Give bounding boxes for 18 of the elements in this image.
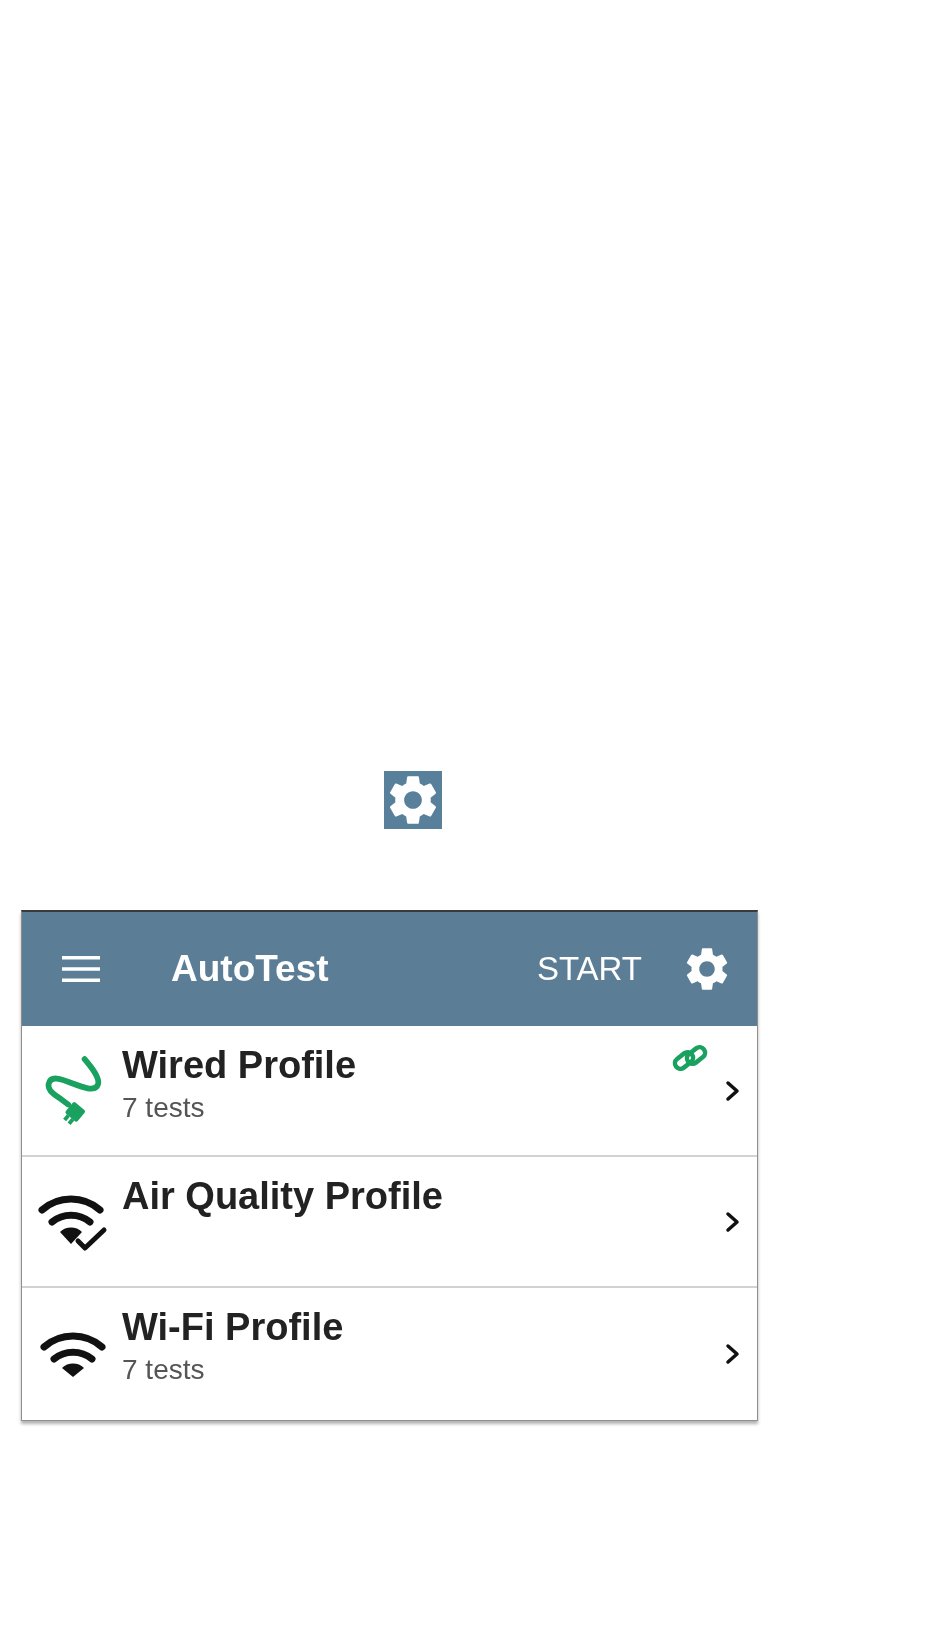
chevron-icon <box>725 1079 740 1102</box>
profile-item[interactable]: Air Quality Profile <box>22 1157 757 1288</box>
settings-icon <box>384 771 442 829</box>
chevron-icon <box>725 1210 740 1233</box>
settings-icon[interactable] <box>686 947 728 991</box>
wifi-icon <box>40 1330 106 1378</box>
profile-item[interactable]: Wi-Fi Profile 7 tests <box>22 1288 757 1420</box>
start-button[interactable]: START <box>532 944 646 994</box>
profile-title: Wi-Fi Profile <box>122 1305 344 1350</box>
profile-subtitle: 7 tests <box>122 1091 205 1125</box>
menu-icon[interactable] <box>62 956 100 982</box>
profile-item[interactable]: Wired Profile 7 tests <box>22 1026 757 1157</box>
chevron-icon <box>725 1343 740 1365</box>
app-title: AutoTest <box>171 948 329 990</box>
profile-subtitle: 7 tests <box>122 1353 205 1387</box>
profile-title: Air Quality Profile <box>122 1174 443 1219</box>
profile-title: Wired Profile <box>122 1043 357 1088</box>
cable-icon <box>44 1053 102 1128</box>
